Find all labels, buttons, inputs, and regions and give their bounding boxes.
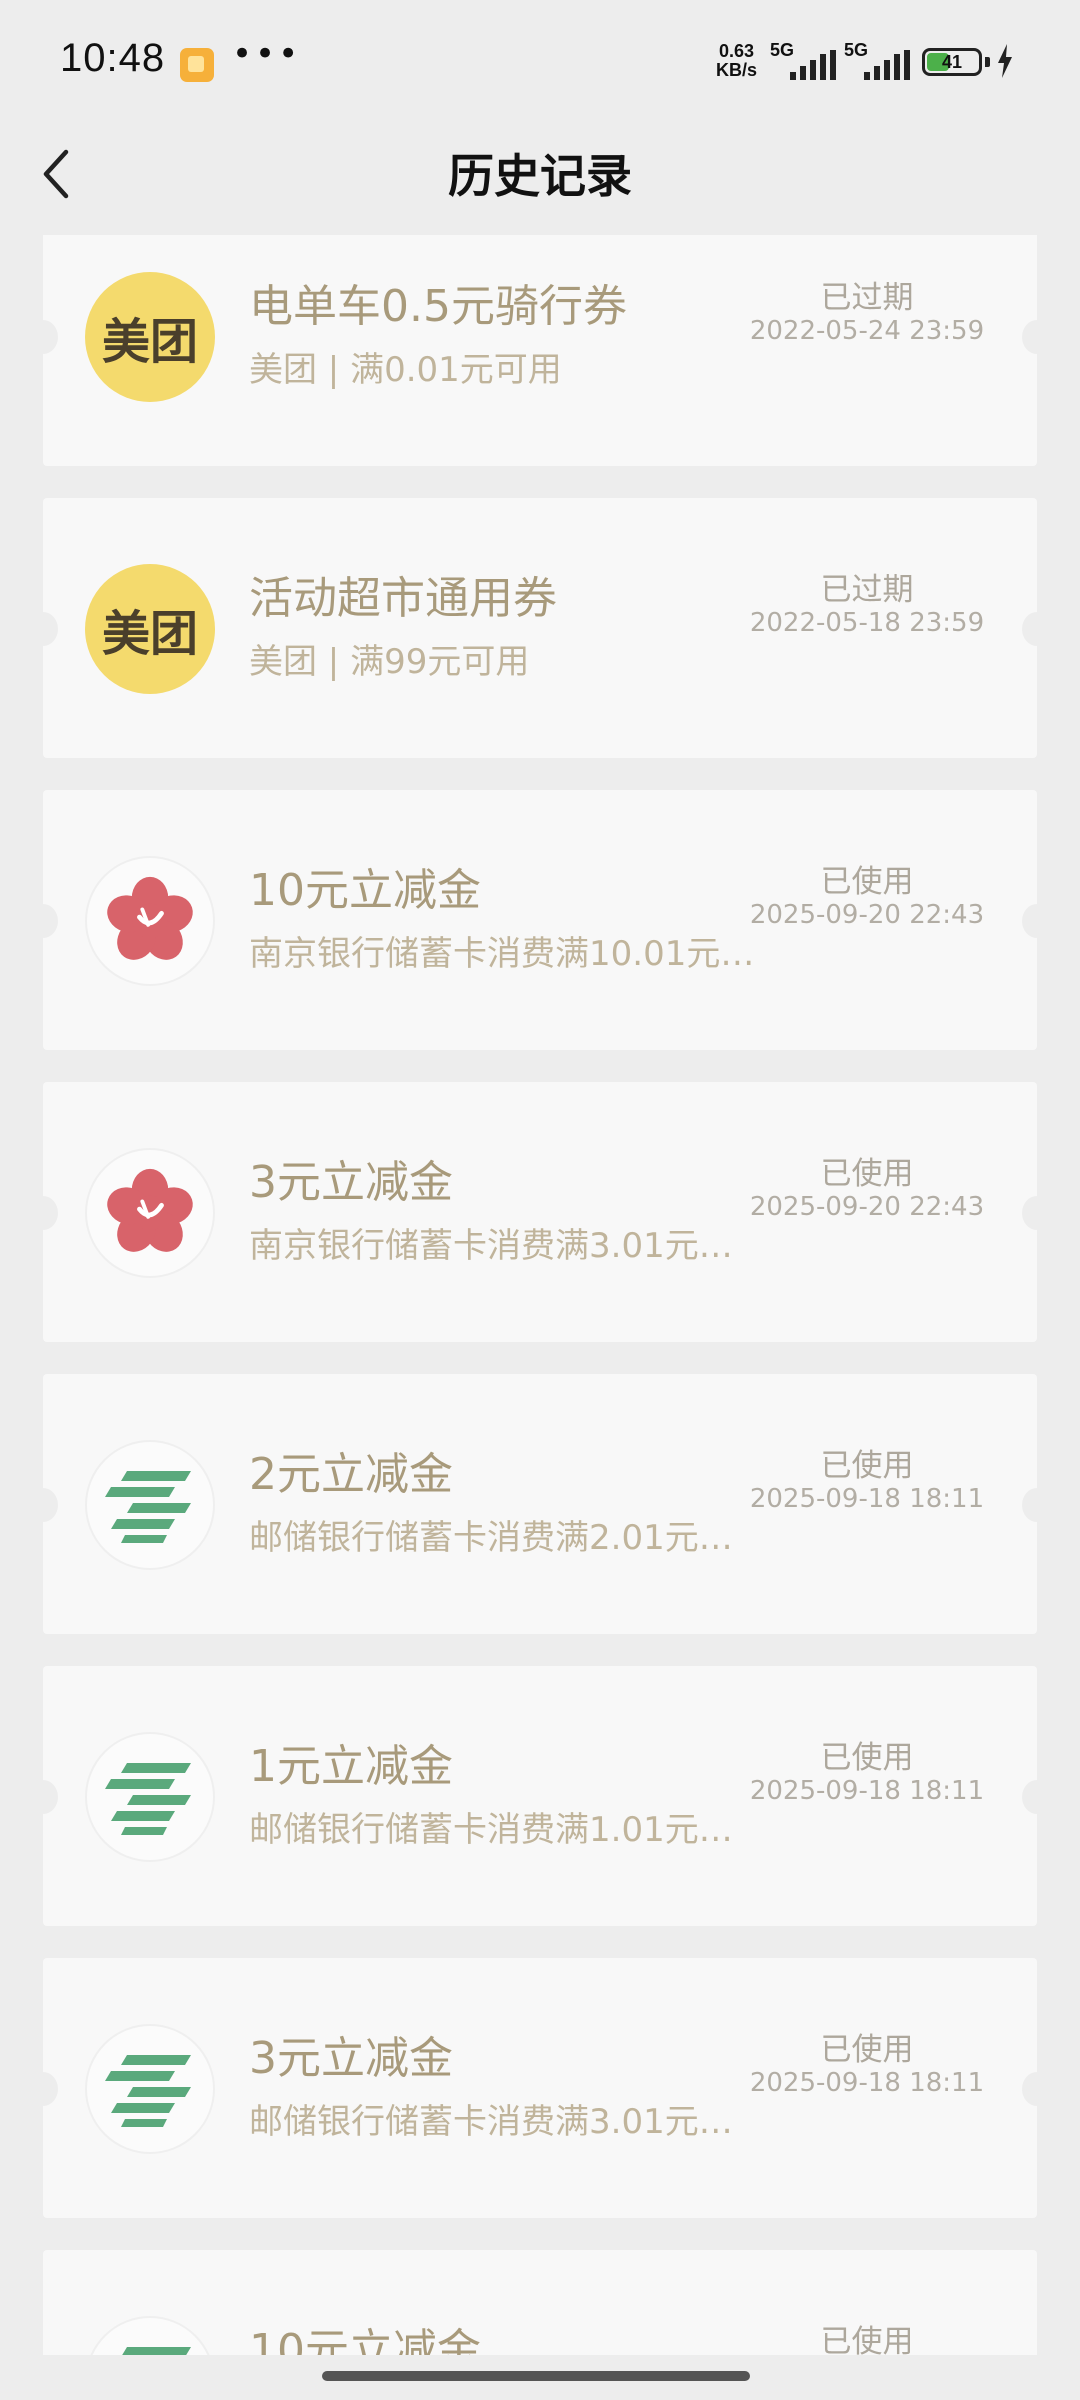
coupon-title: 1元立减金 [249, 1741, 453, 1792]
bank-logo [85, 1440, 215, 1570]
signal-5g-icon: 5G [844, 40, 914, 80]
network-speed: 0.63 KB/s [716, 42, 757, 80]
coupon-condition: 美团 | 满0.01元可用 [249, 350, 562, 390]
bank-logo [85, 856, 215, 986]
coupon-condition: 南京银行储蓄卡消费满3.01元可用 [249, 1226, 759, 1266]
card-notch-left [28, 320, 58, 354]
bank-of-nanjing-logo-icon [107, 1168, 193, 1252]
coupon-title: 电单车0.5元骑行券 [249, 281, 627, 332]
card-notch-right [1022, 2072, 1052, 2106]
card-notch-right [1022, 612, 1052, 646]
card-notch-right [1022, 904, 1052, 938]
coupon-status: 已使用 [820, 1156, 914, 1192]
coupon-history-list[interactable]: 美团 电单车0.5元骑行券 美团 | 满0.01元可用 已过期 2022-05-24 2… [0, 235, 1080, 2355]
postal-savings-bank-logo-icon [105, 2055, 191, 2127]
bank-logo [85, 1732, 215, 1862]
coupon-condition: 邮储银行储蓄卡消费满2.01元可用 [249, 1518, 759, 1558]
coupon-date: 2022-05-18 23:59 [749, 608, 985, 638]
card-notch-right [1022, 1488, 1052, 1522]
coupon-title: 3元立减金 [249, 2033, 453, 2084]
battery-percent: 41 [941, 52, 963, 72]
gallery-notification-icon [180, 48, 214, 82]
status-bar: 10:48 ••• 0.63 KB/s 5G 5G 41 [0, 0, 1080, 120]
coupon-date: 2025-09-18 18:11 [749, 1776, 985, 1806]
logo-text: 美团 [101, 314, 198, 370]
battery-icon: 41 [922, 48, 982, 76]
coupon-card[interactable]: 10元立减金南京银行储蓄卡消费满10.01元可用 已使用 2025-09-20 22… [28, 790, 1052, 1050]
card-notch-right [1022, 320, 1052, 354]
card-notch-left [28, 904, 58, 938]
coupon-title: 2元立减金 [249, 1449, 453, 1500]
postal-savings-bank-logo-icon [105, 1471, 191, 1543]
network-speed-value: 0.63 [718, 41, 755, 61]
bank-logo [85, 2316, 215, 2355]
coupon-status: 已过期 [820, 280, 914, 316]
bank-logo [85, 2024, 215, 2154]
coupon-title: 3元立减金 [249, 1157, 453, 1208]
coupon-condition: 南京银行储蓄卡消费满10.01元可用 [249, 934, 759, 974]
coupon-condition: 邮储银行储蓄卡消费满1.01元可用 [249, 1810, 759, 1850]
network-speed-unit: KB/s [716, 60, 758, 80]
coupon-card[interactable]: 美团 活动超市通用券美团 | 满99元可用 已过期 2022-05-18 23:59 [28, 498, 1052, 758]
coupon-date: 2022-05-24 23:59 [749, 316, 985, 346]
coupon-status: 已使用 [820, 2324, 914, 2355]
card-notch-left [28, 2072, 58, 2106]
coupon-condition: 邮储银行储蓄卡消费满3.01元可用 [249, 2102, 759, 2142]
coupon-card[interactable]: 美团 电单车0.5元骑行券美团 | 满0.01元可用 已过期 2022-05-24 2… [28, 235, 1052, 466]
coupon-card[interactable]: 1元立减金邮储银行储蓄卡消费满1.01元可用 已使用 2025-09-18 18:1… [28, 1666, 1052, 1926]
coupon-condition: 美团 | 满99元可用 [249, 642, 530, 682]
card-notch-left [28, 612, 58, 646]
home-indicator[interactable] [322, 2371, 750, 2381]
coupon-title: 活动超市通用券 [249, 573, 557, 624]
coupon-card[interactable]: 2元立减金邮储银行储蓄卡消费满2.01元可用 已使用 2025-09-18 18:1… [28, 1374, 1052, 1634]
coupon-date: 2025-09-18 18:11 [749, 1484, 985, 1514]
coupon-status: 已使用 [820, 2032, 914, 2068]
signal-5g-icon: 5G [770, 40, 840, 80]
coupon-status: 已使用 [820, 1740, 914, 1776]
nav-bar: 历史记录 [0, 120, 1080, 230]
coupon-card[interactable]: 3元立减金邮储银行储蓄卡消费满3.01元可用 已使用 2025-09-18 18:1… [28, 1958, 1052, 2218]
charging-icon [998, 44, 1012, 78]
postal-savings-bank-logo-icon [105, 1763, 191, 1835]
meituan-logo-icon: 美团 [85, 564, 215, 694]
more-notifications-icon: ••• [232, 34, 302, 74]
coupon-title: 10元立减金 [249, 2325, 481, 2355]
card-notch-left [28, 1196, 58, 1230]
coupon-date: 2025-09-20 22:43 [749, 1192, 985, 1222]
meituan-logo-icon: 美团 [85, 272, 215, 402]
bank-of-nanjing-logo-icon [107, 876, 193, 960]
coupon-date: 2025-09-20 22:43 [749, 900, 985, 930]
postal-savings-bank-logo-icon [122, 2347, 191, 2355]
coupon-status: 已使用 [820, 1448, 914, 1484]
card-notch-right [1022, 1196, 1052, 1230]
bank-logo [85, 1148, 215, 1278]
coupon-status: 已过期 [820, 572, 914, 608]
coupon-status: 已使用 [820, 864, 914, 900]
coupon-card[interactable]: 10元立减金 已使用 [43, 2250, 1037, 2355]
coupon-title: 10元立减金 [249, 865, 481, 916]
card-notch-right [1022, 1780, 1052, 1814]
logo-text: 美团 [101, 606, 198, 662]
page-title: 历史记录 [448, 149, 632, 203]
coupon-card[interactable]: 3元立减金南京银行储蓄卡消费满3.01元可用 已使用 2025-09-20 22:4… [28, 1082, 1052, 1342]
status-time: 10:48 [60, 36, 166, 80]
card-notch-left [28, 1488, 58, 1522]
card-notch-left [28, 1780, 58, 1814]
coupon-date: 2025-09-18 18:11 [749, 2068, 985, 2098]
